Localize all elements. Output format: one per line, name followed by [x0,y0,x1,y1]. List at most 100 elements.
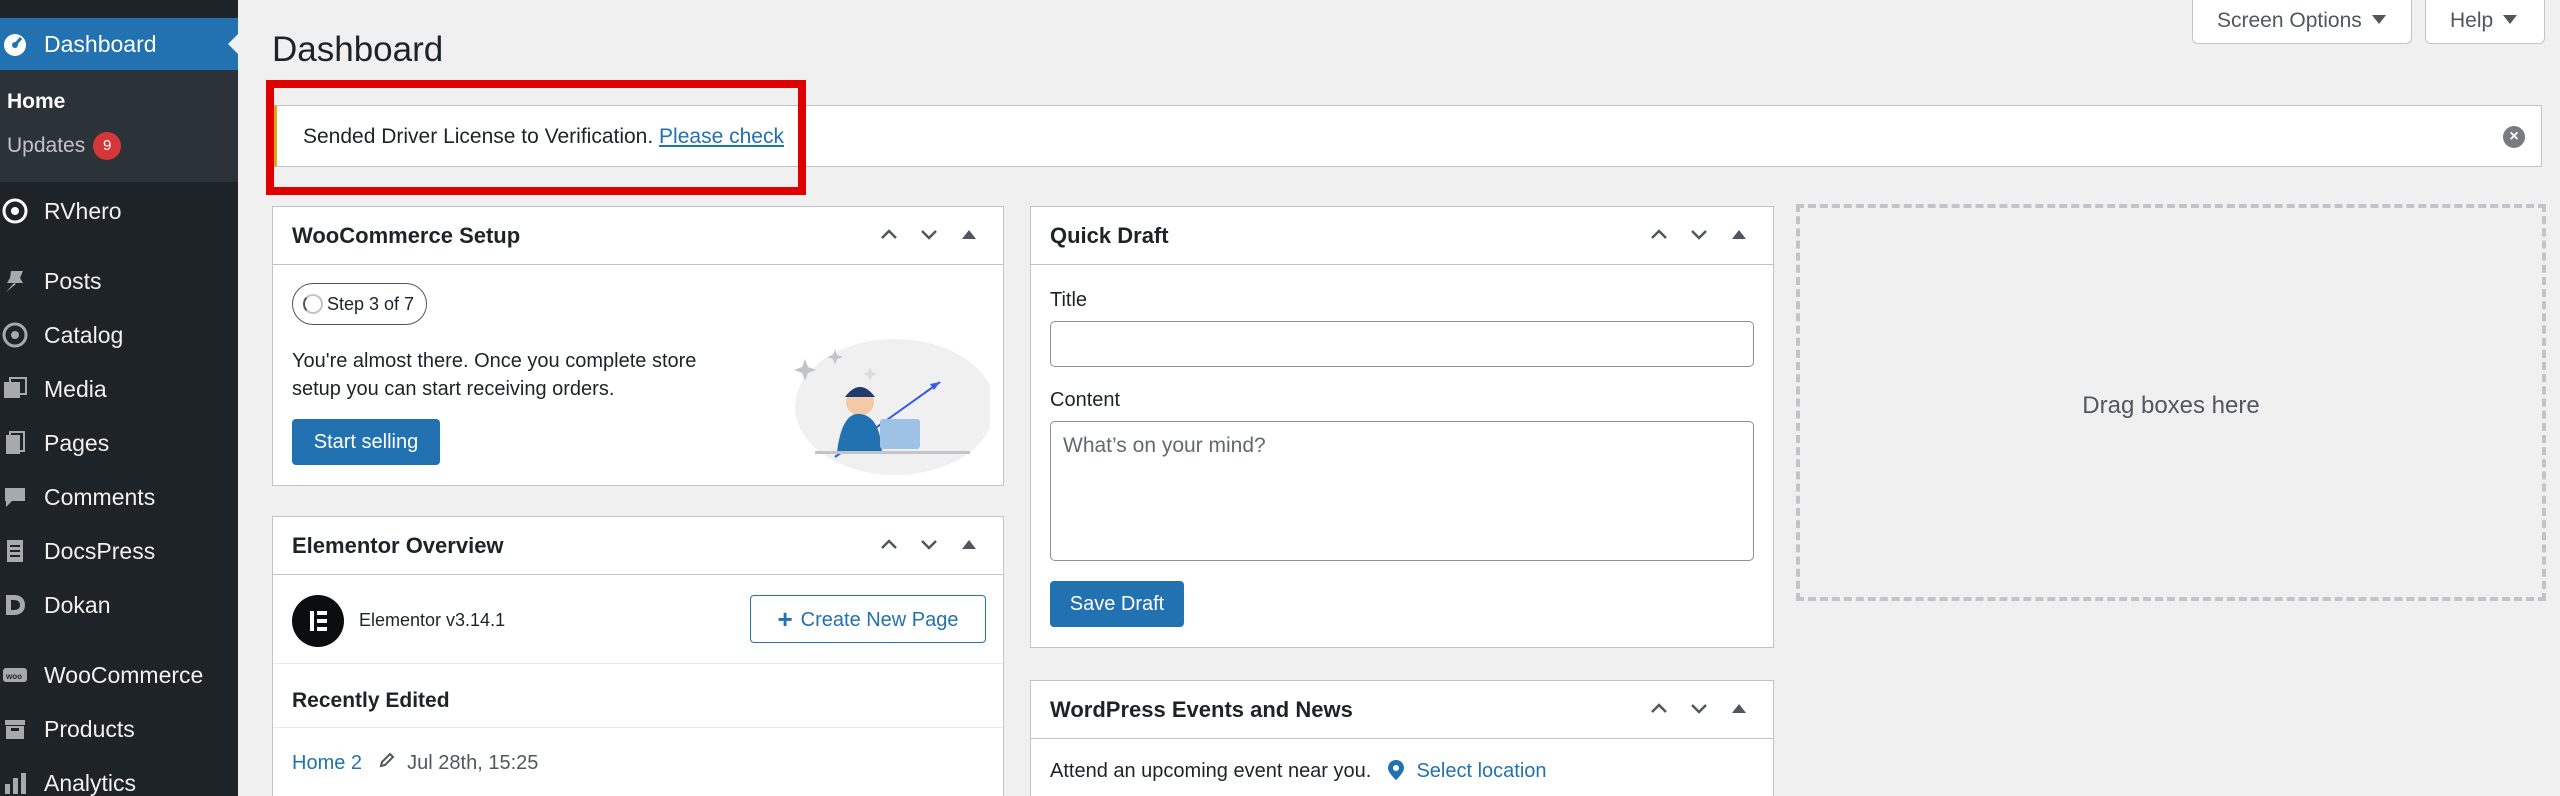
menu-label: Dashboard [44,31,157,57]
move-up-icon[interactable] [1639,697,1679,724]
dropzone-text: Drag boxes here [2082,392,2260,419]
section-divider [273,663,1003,664]
pencil-icon[interactable] [378,751,396,775]
pin-icon [2,268,28,294]
widget-title: WordPress Events and News [1050,697,1353,722]
move-down-icon[interactable] [909,533,949,560]
widget-controls [1639,223,1759,249]
progress-ring-icon [303,294,323,314]
toggle-panel-icon[interactable] [1719,230,1759,250]
dashboard-icon [2,31,28,62]
menu-label: Posts [44,268,102,294]
description-line: setup you can start receiving orders. [292,378,615,400]
help-button[interactable]: Help [2425,0,2545,44]
button-label: Screen Options [2217,9,2362,32]
woo-icon: woo [2,662,28,688]
menu-label: Dokan [44,592,111,618]
toggle-panel-icon[interactable] [1719,704,1759,724]
description-line: You're almost there. Once you complete s… [292,350,697,372]
save-draft-button[interactable]: Save Draft [1050,581,1184,627]
menu-label: Pages [44,430,110,456]
plus-icon: + [777,604,793,634]
menu-item-media[interactable]: Media [0,366,238,410]
menu-item-woocommerce[interactable]: woo WooCommerce [0,652,238,696]
menu-item-products[interactable]: Products [0,706,238,750]
move-down-icon[interactable] [909,223,949,250]
submenu-label: Updates [7,134,86,157]
title-label: Title [1050,289,1088,311]
menu-label: RVhero [44,198,122,224]
woocommerce-setup-widget: WooCommerce Setup Step 3 of 7 You're alm… [272,206,1004,486]
menu-label: Analytics [44,770,137,796]
screen-options-button[interactable]: Screen Options [2192,0,2412,44]
menu-item-catalog[interactable]: Catalog [0,312,238,356]
widget-header: Elementor Overview [273,517,1003,575]
move-down-icon[interactable] [1679,223,1719,250]
move-up-icon[interactable] [869,223,909,250]
recently-edited-heading: Recently Edited [292,689,450,712]
menu-label: Products [44,716,135,742]
move-up-icon[interactable] [869,533,909,560]
menu-label: Catalog [44,322,124,348]
menu-label: WooCommerce [44,662,204,688]
content-label: Content [1050,389,1121,411]
widget-header: WooCommerce Setup [273,207,1003,265]
wordpress-events-widget: WordPress Events and News Attend an upco… [1030,680,1774,796]
recent-item-date: Jul 28th, 15:25 [407,752,539,774]
drag-boxes-dropzone[interactable]: Drag boxes here [1796,204,2546,601]
draft-content-textarea[interactable]: What’s on your mind? [1050,421,1754,561]
submenu-item-updates[interactable]: Updates 9 [7,132,122,160]
menu-item-posts[interactable]: Posts [0,258,238,302]
start-selling-button[interactable]: Start selling [292,419,440,465]
step-indicator: Step 3 of 7 [292,283,428,325]
caret-down-icon [2503,15,2518,24]
svg-text:woo: woo [5,672,22,681]
widget-title: WooCommerce Setup [292,223,521,248]
widget-controls [869,223,989,249]
comment-icon [2,484,28,510]
dismiss-notice-icon[interactable]: × [2503,126,2525,148]
update-count-badge: 9 [93,132,122,160]
select-location-link[interactable]: Select location [1416,760,1546,782]
attend-text: Attend an upcoming event near you. [1050,760,1372,782]
menu-item-docspress[interactable]: DocsPress [0,528,238,572]
highlight-box [266,80,806,195]
widget-title: Quick Draft [1050,223,1169,248]
menu-item-dokan[interactable]: Dokan [0,582,238,626]
content-placeholder: What’s on your mind? [1063,434,1266,457]
caret-down-icon [2371,15,2386,24]
media-icon [2,376,28,402]
menu-item-pages[interactable]: Pages [0,420,238,464]
admin-sidebar: Dashboard Home Updates 9 RVhero Posts Cat… [0,0,238,796]
submenu-label: Home [7,90,66,113]
menu-label: DocsPress [44,538,156,564]
menu-item-analytics[interactable]: Analytics [0,760,238,796]
quick-draft-widget: Quick Draft Title Content What’s on your… [1030,206,1774,648]
dashboard-submenu: Home Updates 9 [0,70,238,182]
submenu-item-home[interactable]: Home [7,90,65,114]
catalog-icon [2,322,28,348]
widget-controls [1639,697,1759,723]
analytics-icon [2,770,28,796]
menu-item-rvhero[interactable]: RVhero [0,188,238,232]
menu-item-comments[interactable]: Comments [0,474,238,518]
toggle-panel-icon[interactable] [949,230,989,250]
dokan-icon [2,592,28,618]
widget-header: WordPress Events and News [1031,681,1773,739]
button-label: Create New Page [800,609,959,631]
toggle-panel-icon[interactable] [949,540,989,560]
location-pin-icon [1387,759,1405,787]
page-title: Dashboard [272,30,444,69]
menu-item-dashboard[interactable]: Dashboard [0,18,238,70]
widget-title: Elementor Overview [292,533,504,558]
move-up-icon[interactable] [1639,223,1679,250]
button-label: Help [2450,9,2494,32]
recent-item: Home 2 Jul 28th, 15:25 [292,751,538,775]
elementor-overview-widget: Elementor Overview Elementor v3.14.1 + Cr… [272,516,1004,796]
events-row: Attend an upcoming event near you. Selec… [1050,759,1547,787]
recent-item-link[interactable]: Home 2 [292,752,362,774]
create-new-page-button[interactable]: + Create New Page [750,595,986,643]
draft-title-input[interactable] [1050,321,1754,367]
menu-label: Media [44,376,107,402]
move-down-icon[interactable] [1679,697,1719,724]
